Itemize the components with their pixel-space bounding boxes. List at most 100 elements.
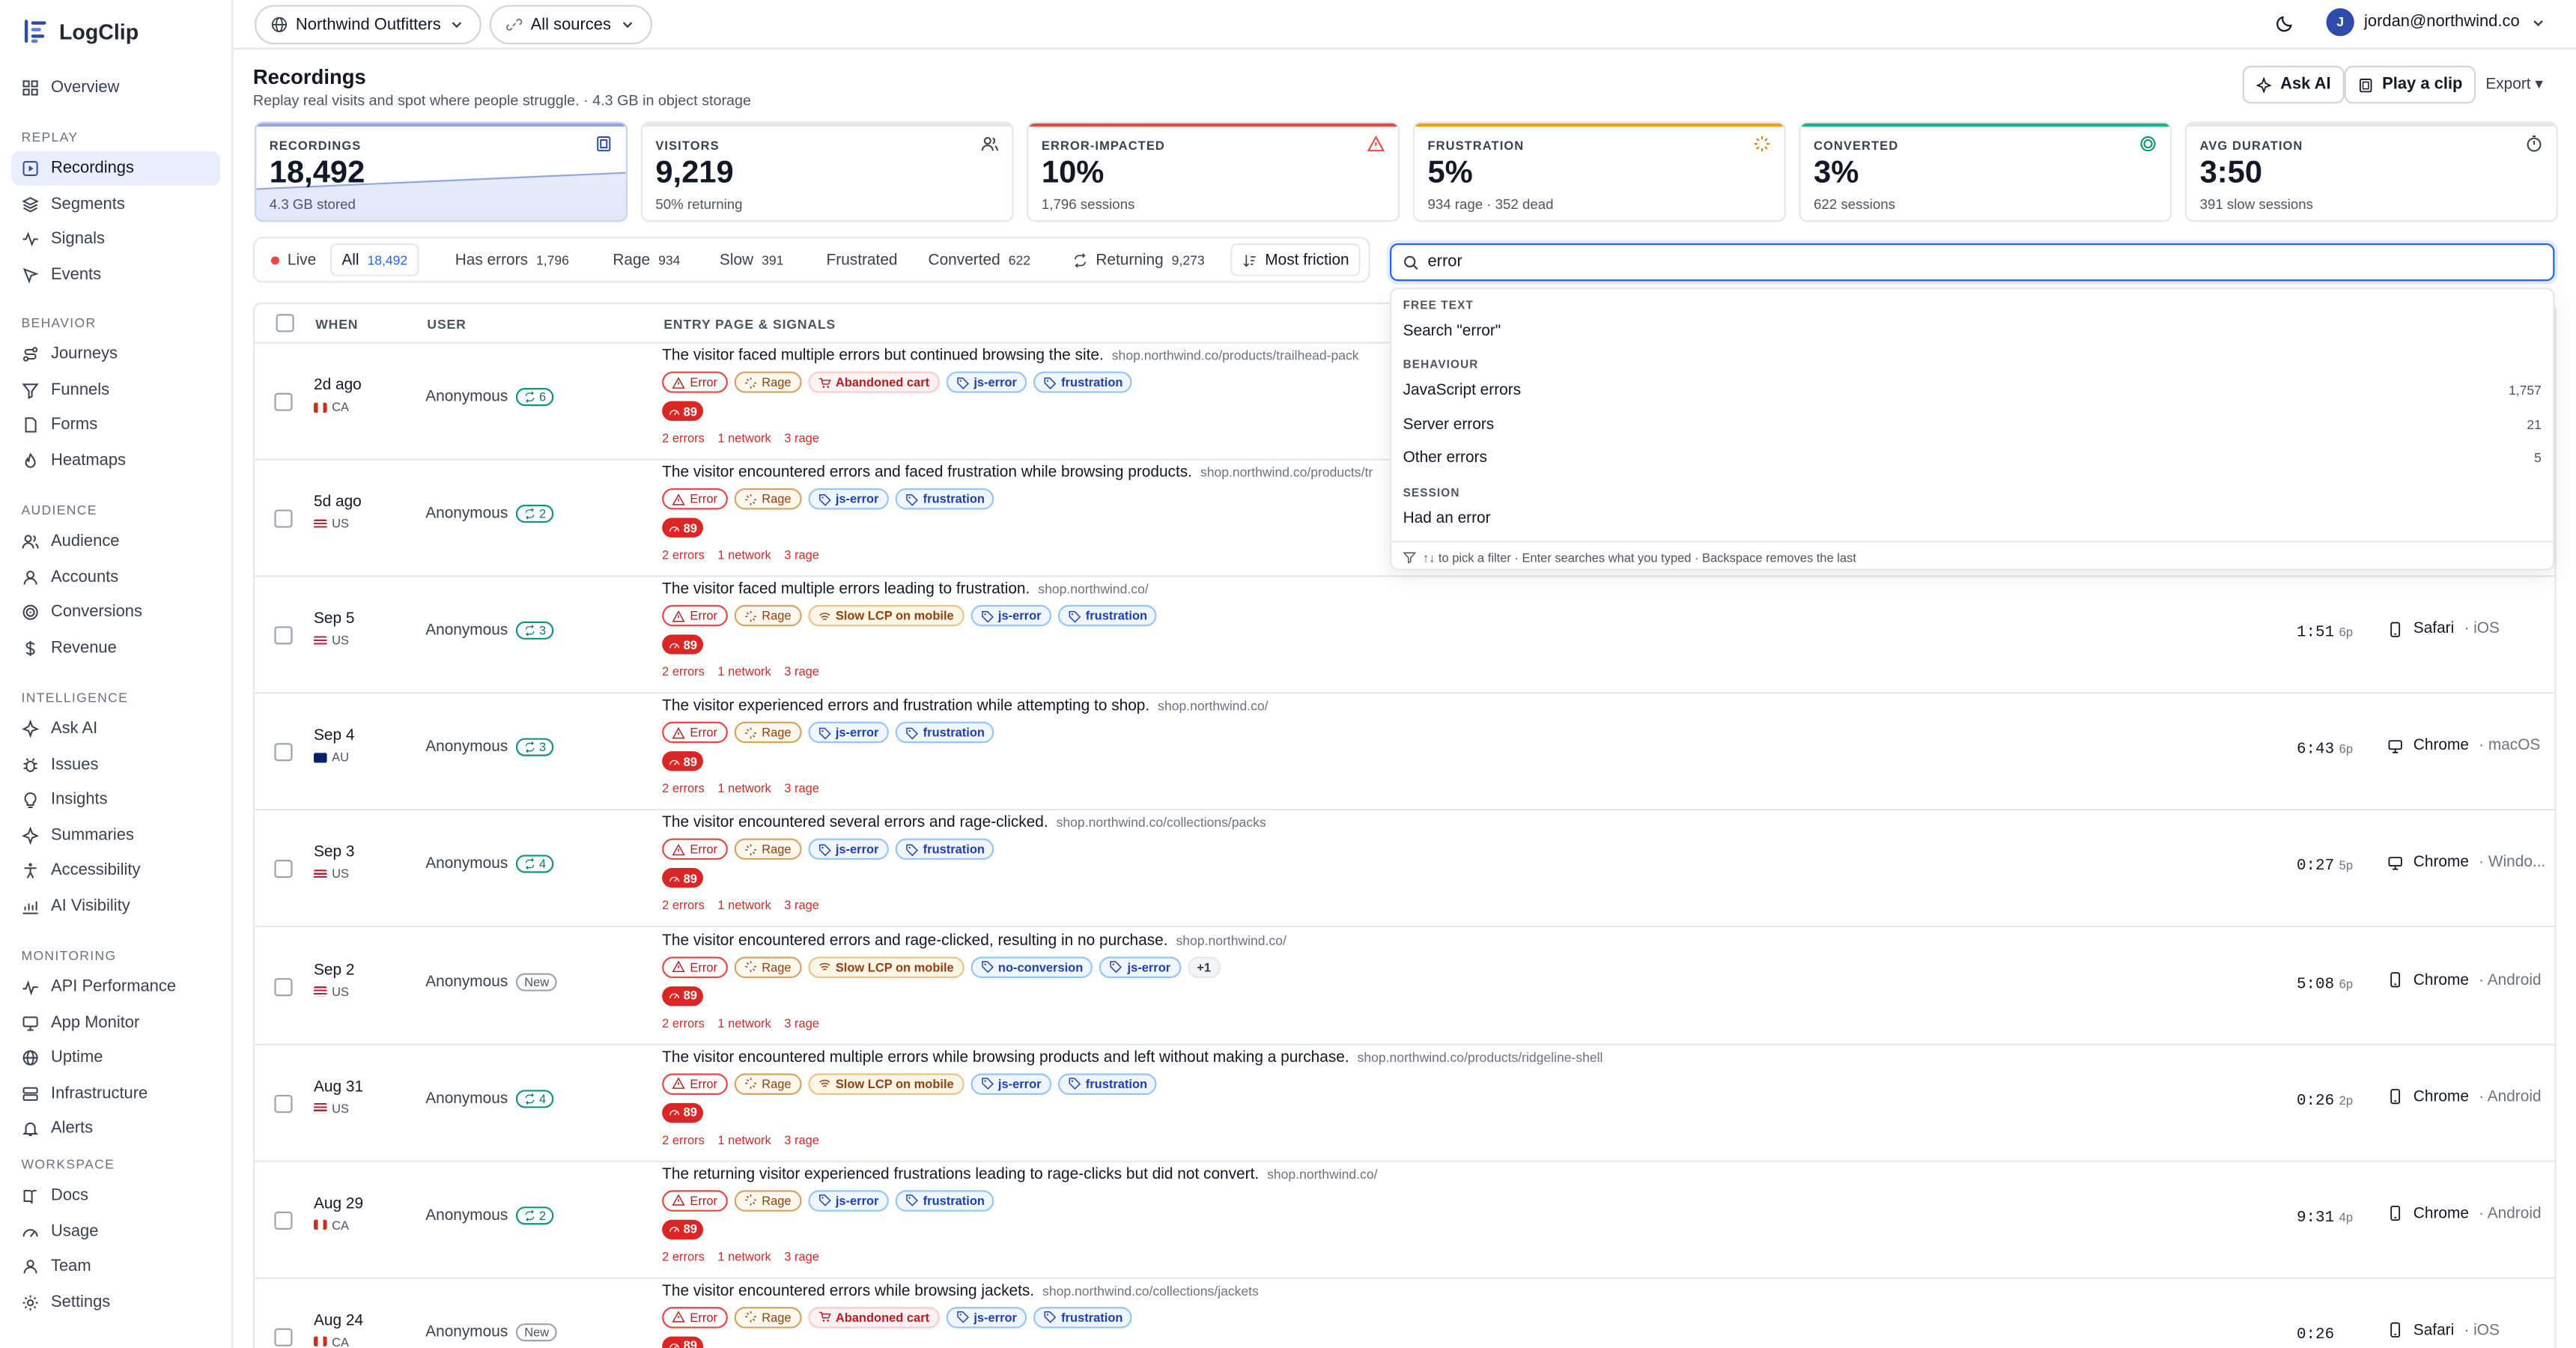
- tab-returning[interactable]: Returning 9,273: [1063, 243, 1214, 276]
- sidebar-item-team[interactable]: Team: [11, 1249, 220, 1284]
- sources-selector[interactable]: All sources: [489, 4, 652, 45]
- signal-tag[interactable]: Error: [662, 1072, 728, 1095]
- sidebar-item-settings[interactable]: Settings: [11, 1284, 220, 1319]
- sidebar-item-audience[interactable]: Audience: [11, 524, 220, 559]
- signal-tag[interactable]: Error: [662, 488, 728, 510]
- table-row[interactable]: Sep 4 AU Anonymous 3 The visitor experienced…: [255, 694, 2555, 811]
- signal-tag[interactable]: Rage: [733, 371, 801, 393]
- signal-tag[interactable]: frustration: [1033, 371, 1133, 393]
- signal-tag[interactable]: frustration: [895, 839, 995, 860]
- signal-tag[interactable]: Rage: [733, 956, 801, 977]
- dark-mode-toggle-icon[interactable]: [2276, 13, 2295, 33]
- stat-card-visitors[interactable]: VISITORS 9,219 50% returning: [640, 121, 1014, 222]
- signal-tag[interactable]: Error: [662, 722, 728, 744]
- tab-has-errors[interactable]: Has errors 1,796: [446, 243, 580, 276]
- sidebar-item-summaries[interactable]: Summaries: [11, 818, 220, 852]
- signal-tag[interactable]: Slow LCP on mobile: [807, 1072, 964, 1095]
- sidebar-item-issues[interactable]: Issues: [11, 747, 220, 782]
- sidebar-item-insights[interactable]: Insights: [11, 783, 220, 817]
- row-checkbox[interactable]: [274, 1094, 293, 1113]
- signal-tag[interactable]: Error: [662, 839, 728, 860]
- signal-tag[interactable]: Error: [662, 1189, 728, 1212]
- sidebar-item-api-performance[interactable]: API Performance: [11, 970, 220, 1004]
- signal-tag[interactable]: Abandoned cart: [807, 1306, 940, 1329]
- signal-tag[interactable]: Error: [662, 371, 728, 393]
- sidebar-item-journeys[interactable]: Journeys: [11, 337, 220, 371]
- signal-tag[interactable]: Rage: [733, 1306, 801, 1329]
- sidebar-item-ask-ai[interactable]: Ask AI: [11, 711, 220, 746]
- row-checkbox[interactable]: [274, 392, 293, 411]
- ask-ai-button[interactable]: Ask AI: [2242, 65, 2345, 104]
- signal-tag[interactable]: js-error: [807, 1189, 889, 1212]
- row-checkbox[interactable]: [274, 1211, 293, 1230]
- row-description[interactable]: The visitor faced multiple errors leadin…: [662, 580, 1148, 598]
- signal-tag[interactable]: Rage: [733, 839, 801, 860]
- signal-tag[interactable]: js-error: [970, 605, 1051, 627]
- signal-tag[interactable]: frustration: [895, 722, 995, 744]
- sidebar-item-events[interactable]: Events: [11, 258, 220, 292]
- sidebar-item-uptime[interactable]: Uptime: [11, 1041, 220, 1075]
- signal-tag[interactable]: js-error: [807, 722, 889, 744]
- row-description[interactable]: The visitor faced multiple errors but co…: [662, 347, 1358, 365]
- tab-all[interactable]: All 18,492: [329, 243, 419, 276]
- select-all-checkbox[interactable]: [276, 314, 294, 333]
- signal-tag[interactable]: frustration: [895, 488, 995, 510]
- tab-live[interactable]: Live: [261, 243, 326, 276]
- signal-tag[interactable]: frustration: [1057, 605, 1158, 627]
- tab-rage[interactable]: Rage 934: [603, 243, 690, 276]
- sidebar-item-alerts[interactable]: Alerts: [11, 1111, 220, 1146]
- row-checkbox[interactable]: [274, 509, 293, 528]
- row-checkbox[interactable]: [274, 1328, 293, 1347]
- stat-card-converted[interactable]: CONVERTED 3% 622 sessions: [1799, 121, 2172, 222]
- row-checkbox[interactable]: [274, 743, 293, 762]
- stat-card-frustration[interactable]: FRUSTRATION 5% 934 rage · 352 dead: [1412, 121, 1786, 222]
- row-description[interactable]: The returning visitor experienced frustr…: [662, 1165, 1377, 1183]
- dropdown-option[interactable]: Server errors: [1403, 415, 1495, 433]
- signal-tag[interactable]: Slow LCP on mobile: [807, 605, 964, 627]
- table-row[interactable]: Aug 29 CA Anonymous 2 The returning visitor …: [255, 1162, 2555, 1279]
- sidebar-item-recordings[interactable]: Recordings: [11, 151, 220, 186]
- tab-slow[interactable]: Slow 391: [710, 243, 794, 276]
- row-description[interactable]: The visitor experienced errors and frust…: [662, 697, 1268, 715]
- signal-tag[interactable]: js-error: [1099, 956, 1181, 977]
- sidebar-item-docs[interactable]: Docs: [11, 1179, 220, 1213]
- signal-tag[interactable]: js-error: [970, 1072, 1051, 1095]
- row-description[interactable]: The visitor encountered errors while bro…: [662, 1282, 1259, 1300]
- signal-tag[interactable]: js-error: [946, 1306, 1027, 1329]
- brand-logo[interactable]: LogClip: [23, 18, 139, 44]
- sidebar-item-funnels[interactable]: Funnels: [11, 372, 220, 407]
- table-row[interactable]: Aug 24 CA Anonymous New The visitor encounte…: [255, 1278, 2554, 1348]
- row-description[interactable]: The visitor encountered multiple errors …: [662, 1048, 1603, 1066]
- stat-card-error-impacted[interactable]: ERROR-IMPACTED 10% 1,796 sessions: [1027, 121, 1400, 222]
- dropdown-option[interactable]: Search "error": [1403, 322, 1501, 340]
- row-description[interactable]: The visitor encountered several errors a…: [662, 814, 1266, 832]
- dropdown-option[interactable]: Had an error: [1403, 509, 1491, 527]
- tab-frustrated[interactable]: Frustrated: [816, 243, 907, 276]
- sidebar-item-segments[interactable]: Segments: [11, 186, 220, 221]
- signal-tag[interactable]: Slow LCP on mobile: [807, 956, 964, 977]
- signal-tag[interactable]: Rage: [733, 1072, 801, 1095]
- sidebar-item-revenue[interactable]: Revenue: [11, 631, 220, 665]
- signal-tag[interactable]: Error: [662, 1306, 728, 1329]
- signal-tag[interactable]: frustration: [1057, 1072, 1158, 1095]
- table-row[interactable]: Aug 31 US Anonymous 4 The visitor encountere…: [255, 1045, 2555, 1162]
- play-clip-button[interactable]: Play a clip: [2344, 65, 2476, 104]
- sidebar-item-conversions[interactable]: Conversions: [11, 595, 220, 630]
- stat-card-avg duration[interactable]: AVG DURATION 3:50 391 slow sessions: [2184, 121, 2558, 222]
- stat-card-recordings[interactable]: RECORDINGS 18,492 4.3 GB stored: [255, 121, 628, 222]
- row-checkbox[interactable]: [274, 626, 293, 645]
- signal-tag[interactable]: js-error: [946, 371, 1027, 393]
- search-input[interactable]: error: [1390, 243, 2555, 282]
- signal-tag[interactable]: js-error: [807, 839, 889, 860]
- dropdown-option[interactable]: Other errors: [1403, 449, 1487, 467]
- signal-tag[interactable]: Abandoned cart: [807, 371, 940, 393]
- row-checkbox[interactable]: [274, 977, 293, 996]
- sidebar-item-overview[interactable]: Overview: [11, 70, 220, 105]
- signal-tag[interactable]: frustration: [1033, 1306, 1133, 1329]
- workspace-selector[interactable]: Northwind Outfitters: [255, 4, 482, 45]
- sidebar-item-accessibility[interactable]: Accessibility: [11, 853, 220, 887]
- sidebar-item-usage[interactable]: Usage: [11, 1214, 220, 1248]
- table-row[interactable]: Sep 2 US Anonymous New The visitor encounter…: [255, 928, 2555, 1045]
- row-checkbox[interactable]: [274, 860, 293, 879]
- sidebar-item-forms[interactable]: Forms: [11, 407, 220, 442]
